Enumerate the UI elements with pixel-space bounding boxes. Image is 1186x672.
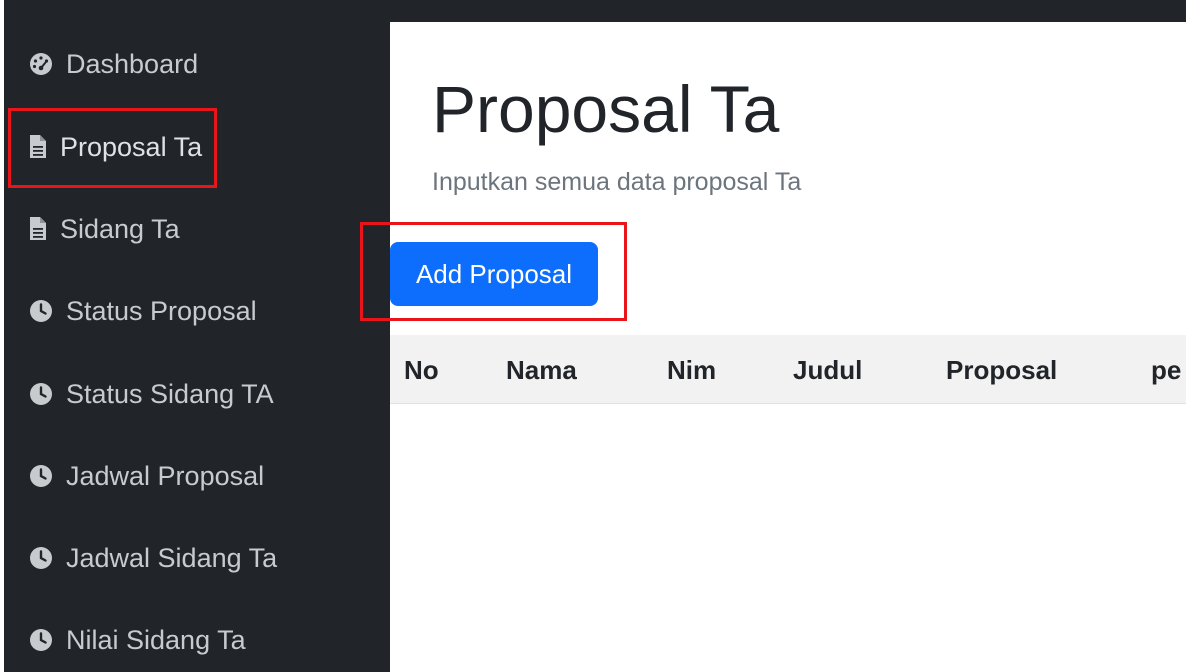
sidebar-item-proposal-ta[interactable]: Proposal Ta <box>29 127 202 167</box>
sidebar-item-status-sidang-ta[interactable]: Status Sidang TA <box>29 374 274 414</box>
column-header-truncated[interactable]: pe <box>1151 335 1181 403</box>
clock-icon <box>29 299 53 323</box>
sidebar-item-label: Status Proposal <box>66 295 257 326</box>
column-header-no[interactable]: No <box>404 335 439 403</box>
table-header-row: No Nama Nim Judul Proposal pe <box>390 335 1186 404</box>
sidebar-item-label: Nilai Sidang Ta <box>66 624 246 655</box>
column-header-judul[interactable]: Judul <box>793 335 862 403</box>
sidebar-item-dashboard[interactable]: Dashboard <box>29 44 198 84</box>
sidebar-item-label: Jadwal Proposal <box>66 460 265 491</box>
add-proposal-button[interactable]: Add Proposal <box>390 242 598 306</box>
sidebar-item-jadwal-proposal[interactable]: Jadwal Proposal <box>29 456 264 496</box>
dashboard-icon <box>29 52 53 76</box>
column-header-nim[interactable]: Nim <box>667 335 716 403</box>
sidebar-item-status-proposal[interactable]: Status Proposal <box>29 291 257 331</box>
clock-icon <box>29 382 53 406</box>
page-title: Proposal Ta <box>432 72 780 146</box>
sidebar-item-sidang-ta[interactable]: Sidang Ta <box>29 209 180 249</box>
sidebar-item-label: Proposal Ta <box>60 131 203 162</box>
sidebar-item-label: Sidang Ta <box>60 213 180 244</box>
page-subtitle: Inputkan semua data proposal Ta <box>432 168 802 196</box>
sidebar-item-label: Status Sidang TA <box>66 378 274 409</box>
sidebar-item-jadwal-sidang-ta[interactable]: Jadwal Sidang Ta <box>29 538 277 578</box>
sidebar-item-nilai-sidang-ta[interactable]: Nilai Sidang Ta <box>29 620 246 660</box>
column-header-nama[interactable]: Nama <box>506 335 577 403</box>
clock-icon <box>29 546 53 570</box>
column-header-proposal[interactable]: Proposal <box>946 335 1057 403</box>
sidebar: Dashboard Proposal Ta Sidang Ta Status P… <box>4 0 390 672</box>
document-icon <box>29 217 47 241</box>
sidebar-item-label: Jadwal Sidang Ta <box>66 542 278 573</box>
sidebar-item-label: Dashboard <box>66 48 199 79</box>
clock-icon <box>29 464 53 488</box>
clock-icon <box>29 628 53 652</box>
document-icon <box>29 135 47 159</box>
